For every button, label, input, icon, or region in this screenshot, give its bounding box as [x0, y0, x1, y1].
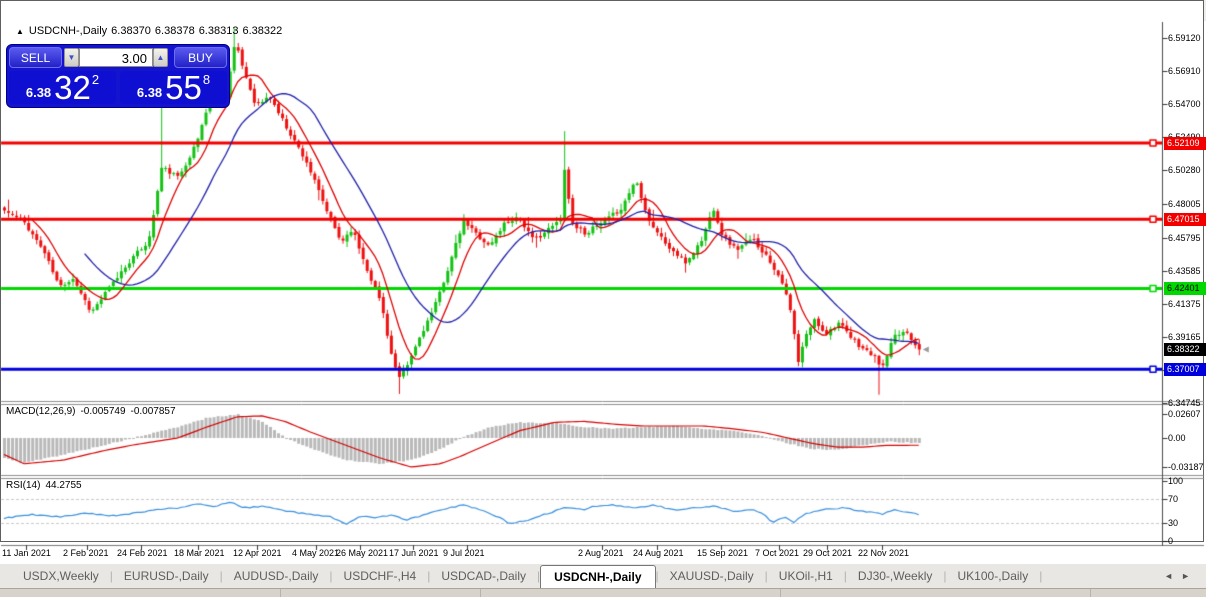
macd-signal-value: -0.007857	[131, 406, 176, 417]
price-level-badge: 6.42401	[1164, 282, 1206, 295]
terminal-screen: 5M30H1H4D1W1MN ▲USDCNH-,Daily6.383706.38…	[0, 0, 1206, 597]
price-axis-tick: 6.39165	[1168, 332, 1206, 343]
price-axis-tick: 6.34745	[1168, 398, 1206, 409]
sell-price-display[interactable]: 6.38322	[9, 71, 116, 104]
quote-open: 6.38370	[111, 25, 151, 37]
quote-close: 6.38322	[242, 25, 282, 37]
rsi-axis-tick: 70	[1168, 494, 1206, 505]
price-axis-tick: 6.41375	[1168, 299, 1206, 310]
rsi-axis-tick: 30	[1168, 518, 1206, 529]
chart-title: ▲ USDCNH-,Daily 6.38370 6.38378 6.383136.383…	[16, 25, 286, 37]
date-axis-label: 24 Aug 2021	[633, 548, 684, 558]
price-axis-tick: 6.54700	[1168, 99, 1206, 110]
buy-button[interactable]: BUY	[174, 47, 227, 68]
date-axis-label: 2 Feb 2021	[63, 548, 109, 558]
rsi-axis-tick: 0	[1168, 536, 1206, 547]
date-axis-label: 7 Oct 2021	[755, 548, 799, 558]
arrow-down-icon: ▼	[68, 53, 76, 62]
buy-price-prefix: 6.38	[137, 85, 162, 100]
date-axis-label: 24 Feb 2021	[117, 548, 168, 558]
date-axis-label: 9 Jul 2021	[443, 548, 485, 558]
rsi-name: RSI(14)	[6, 480, 40, 491]
price-axis-tick: 6.56910	[1168, 66, 1206, 77]
chart-symbol: USDCNH-,Daily	[29, 25, 107, 37]
volume-input[interactable]: 3.00	[79, 48, 153, 67]
buy-price-pip: 8	[203, 72, 210, 87]
price-axis-tick: 6.43585	[1168, 266, 1206, 277]
date-axis-label: 29 Oct 2021	[803, 548, 852, 558]
date-axis-label: 17 Jun 2021	[389, 548, 439, 558]
rsi-value: 44.2755	[45, 480, 81, 491]
date-axis-label: 22 Nov 2021	[858, 548, 909, 558]
macd-axis-tick: 0.02607	[1168, 409, 1206, 420]
price-level-badge: 6.37007	[1164, 363, 1206, 376]
price-axis-tick: 6.50280	[1168, 165, 1206, 176]
quote-low: 6.38313	[199, 25, 239, 37]
price-axis-tick: 6.45795	[1168, 233, 1206, 244]
price-axis-tick: 6.48005	[1168, 199, 1206, 210]
buy-price-big: 55	[165, 73, 202, 103]
volume-increase-button[interactable]: ▲	[153, 48, 168, 67]
price-level-badge: 6.52109	[1164, 137, 1206, 150]
sell-price-pip: 2	[92, 72, 99, 87]
date-axis-label: 11 Jan 2021	[2, 548, 51, 558]
macd-axis-tick: -0.03187	[1168, 462, 1206, 473]
collapse-arrow-icon[interactable]: ▲	[16, 27, 24, 36]
one-click-trade-panel: SELL ▼ 3.00 ▲ BUY 6.38322 6.38558	[6, 44, 230, 108]
volume-decrease-button[interactable]: ▼	[64, 48, 79, 67]
date-axis-label: 4 May 2021	[292, 548, 339, 558]
macd-axis-tick: 0.00	[1168, 433, 1206, 444]
date-axis-label: 12 Apr 2021	[233, 548, 282, 558]
rsi-axis-tick: 100	[1168, 476, 1206, 487]
sell-price-big: 32	[54, 73, 91, 103]
macd-name: MACD(12,26,9)	[6, 406, 75, 417]
date-axis-label: 2 Aug 2021	[578, 548, 624, 558]
sell-button[interactable]: SELL	[9, 47, 62, 68]
macd-main-value: -0.005749	[80, 406, 125, 417]
arrow-up-icon: ▲	[157, 53, 165, 62]
price-axis-tick: 6.59120	[1168, 33, 1206, 44]
date-axis-label: 18 Mar 2021	[174, 548, 225, 558]
current-price-badge: 6.38322	[1164, 343, 1206, 356]
date-axis-label: 26 May 2021	[336, 548, 388, 558]
quote-high: 6.38378	[155, 25, 195, 37]
rsi-label: RSI(14) 44.2755	[6, 480, 87, 491]
price-level-badge: 6.47015	[1164, 213, 1206, 226]
macd-label: MACD(12,26,9) -0.005749 -0.007857	[6, 406, 181, 417]
sell-price-prefix: 6.38	[26, 85, 51, 100]
buy-price-display[interactable]: 6.38558	[120, 71, 227, 104]
date-axis-label: 15 Sep 2021	[697, 548, 748, 558]
